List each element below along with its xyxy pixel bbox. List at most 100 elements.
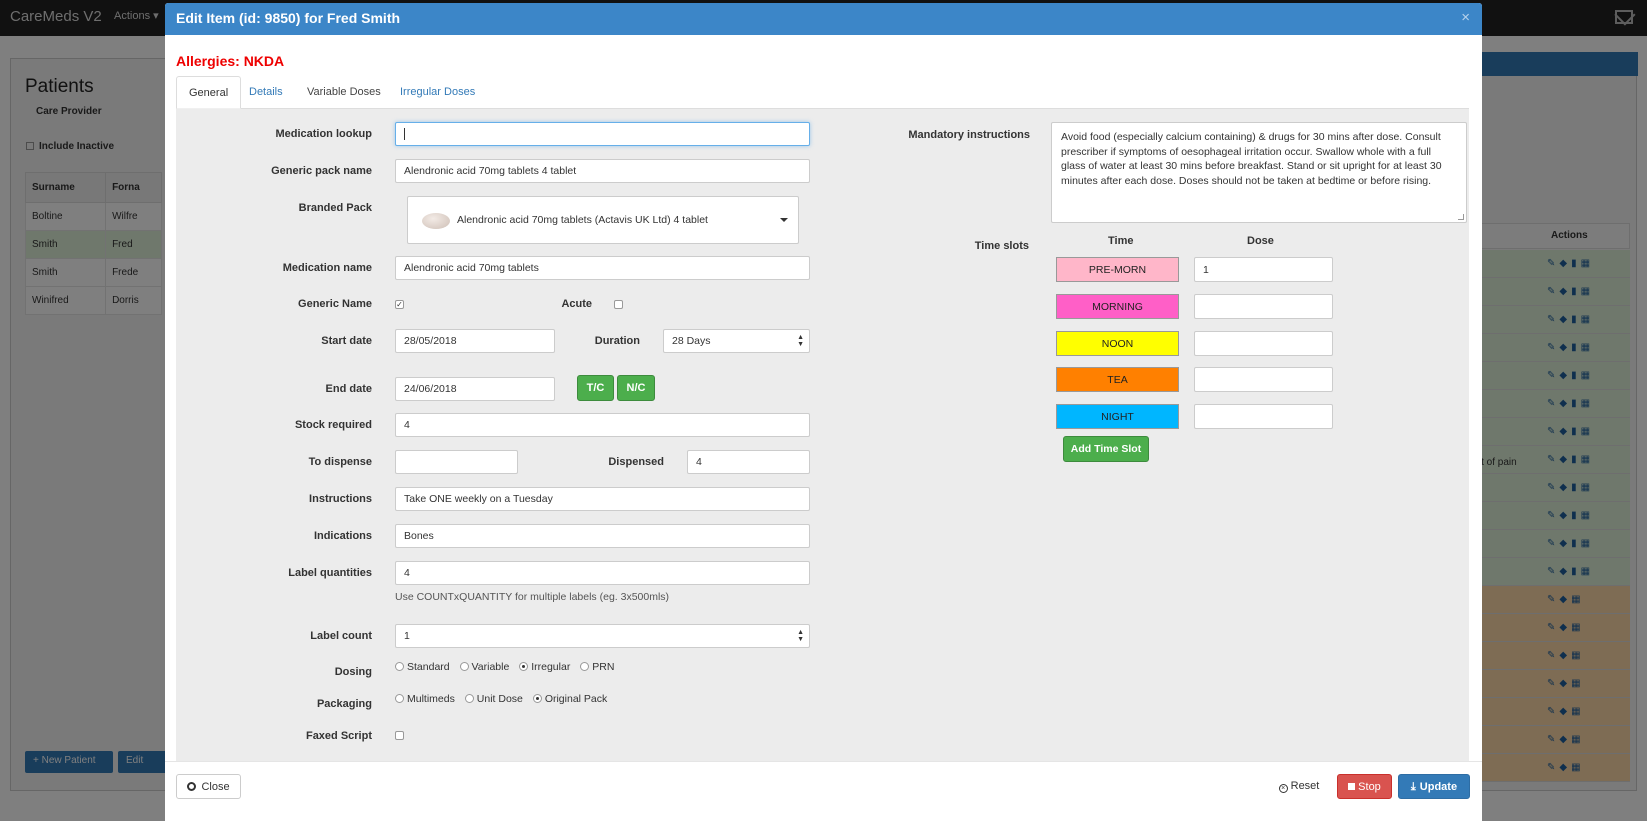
duration-value: 28 Days (672, 335, 711, 347)
footer-bar: Close × Reset Stop ⤓ Update (165, 761, 1482, 821)
tab-irregular-doses[interactable]: Irregular Doses (388, 76, 487, 109)
generic-name-checkbox[interactable]: ✓ (395, 300, 404, 309)
dose-input-noon[interactable] (1194, 331, 1333, 356)
text-caret (404, 128, 405, 140)
medication-lookup-label: Medication lookup (275, 128, 372, 140)
packaging-option-multimeds[interactable]: Multimeds (395, 693, 455, 705)
medication-lookup-input[interactable] (395, 122, 810, 146)
to-dispense-input[interactable] (395, 450, 518, 474)
tab-general[interactable]: General (176, 76, 242, 109)
faxed-script-checkbox[interactable] (395, 731, 404, 740)
select-arrows-icon: ▲ ▼ (797, 629, 804, 643)
time-slots-label: Time slots (974, 240, 1029, 252)
faxed-script-label: Faxed Script (305, 730, 372, 742)
packaging-option-original-pack[interactable]: Original Pack (532, 693, 607, 705)
dispensed-input[interactable]: 4 (687, 450, 810, 474)
tab-details[interactable]: Details (237, 76, 295, 109)
stop-square-icon (1348, 783, 1356, 790)
generic-pack-name-label: Generic pack name (271, 165, 372, 177)
reset-button[interactable]: × Reset (1273, 774, 1325, 799)
start-date-input[interactable]: 28/05/2018 (395, 329, 555, 353)
time-slot-tea[interactable]: TEA (1056, 367, 1179, 392)
acute-label: Acute (561, 298, 592, 310)
tc-button[interactable]: T/C (577, 375, 614, 401)
dose-input-pre-morn[interactable]: 1 (1194, 257, 1333, 282)
label-quantities-label: Label quantities (288, 567, 372, 579)
time-column-header: Time (1108, 235, 1134, 247)
update-button[interactable]: ⤓ Update (1398, 774, 1470, 799)
branded-pack-select[interactable]: Alendronic acid 70mg tablets (Actavis UK… (407, 196, 799, 244)
caret-down-icon (780, 218, 788, 222)
close-button[interactable]: Close (176, 774, 241, 799)
dose-column-header: Dose (1247, 235, 1274, 247)
allergies-label: Allergies: NKDA (176, 53, 285, 69)
stock-required-label: Stock required (294, 419, 372, 431)
radio-icon (464, 694, 474, 703)
dosing-option-irregular[interactable]: Irregular (519, 661, 570, 673)
label-count-value: 1 (404, 630, 410, 642)
time-slot-morning[interactable]: MORNING (1056, 294, 1179, 319)
dosing-option-prn[interactable]: PRN (580, 661, 614, 673)
reset-circle-icon: × (1278, 784, 1288, 793)
resize-handle-icon[interactable] (1458, 214, 1464, 220)
mandatory-instructions-textarea[interactable]: Avoid food (especially calcium containin… (1051, 122, 1467, 223)
dosing-option-standard[interactable]: Standard (395, 661, 450, 673)
duration-select[interactable]: 28 Days ▲ ▼ (663, 329, 810, 353)
acute-checkbox[interactable] (614, 300, 623, 309)
nc-button[interactable]: N/C (617, 375, 655, 401)
label-count-label: Label count (310, 630, 372, 642)
indications-label: Indications (313, 530, 372, 542)
tab-bar: General Details Variable Doses Irregular… (176, 76, 1469, 109)
stock-required-input[interactable]: 4 (395, 413, 810, 437)
instructions-label: Instructions (309, 493, 372, 505)
dosing-label: Dosing (334, 666, 372, 678)
dose-input-night[interactable] (1194, 404, 1333, 429)
circle-x-icon (187, 782, 197, 791)
radio-selected-icon (519, 662, 529, 671)
instructions-input[interactable]: Take ONE weekly on a Tuesday (395, 487, 810, 511)
close-icon[interactable]: × (1461, 9, 1470, 26)
dispensed-label: Dispensed (608, 456, 664, 468)
dose-input-tea[interactable] (1194, 367, 1333, 392)
medication-name-input[interactable]: Alendronic acid 70mg tablets (395, 256, 810, 280)
branded-pack-value: Alendronic acid 70mg tablets (Actavis UK… (457, 214, 708, 226)
start-date-label: Start date (321, 335, 372, 347)
pill-image-icon (422, 213, 450, 229)
label-quantities-input[interactable]: 4 (395, 561, 810, 585)
packaging-option-unit-dose[interactable]: Unit Dose (464, 693, 523, 705)
time-slot-pre-morn[interactable]: PRE-MORN (1056, 257, 1179, 282)
stop-button[interactable]: Stop (1337, 774, 1392, 799)
mandatory-instructions-text: Avoid food (especially calcium containin… (1061, 131, 1442, 187)
modal-header: Edit Item (id: 9850) for Fred Smith × (165, 3, 1482, 35)
modal-footer: Close × Reset Stop ⤓ Update (165, 761, 1482, 821)
generic-name-label: Generic Name (298, 298, 372, 310)
radio-icon (395, 662, 404, 671)
select-arrows-icon: ▲ ▼ (797, 334, 804, 348)
packaging-label: Packaging (316, 698, 372, 710)
radio-icon (580, 662, 590, 671)
dosing-option-variable[interactable]: Variable (459, 661, 509, 673)
to-dispense-label: To dispense (308, 456, 372, 468)
indications-input[interactable]: Bones (395, 524, 810, 548)
dose-input-morning[interactable] (1194, 294, 1333, 319)
branded-pack-label: Branded Pack (298, 202, 372, 214)
end-date-label: End date (325, 383, 372, 395)
radio-selected-icon (532, 694, 542, 703)
generic-pack-name-input[interactable]: Alendronic acid 70mg tablets 4 tablet (395, 159, 810, 183)
tab-variable-doses[interactable]: Variable Doses (295, 76, 393, 109)
mandatory-instructions-label: Mandatory instructions (908, 129, 1030, 141)
dosing-radio-group: Standard Variable Irregular PRN (395, 661, 621, 673)
time-slot-night[interactable]: NIGHT (1056, 404, 1179, 429)
duration-label: Duration (594, 335, 640, 347)
time-slot-noon[interactable]: NOON (1056, 331, 1179, 356)
radio-icon (395, 694, 404, 703)
modal-title: Edit Item (id: 9850) for Fred Smith (176, 10, 401, 26)
add-time-slot-button[interactable]: Add Time Slot (1063, 436, 1149, 462)
medication-name-label: Medication name (282, 262, 372, 274)
end-date-input[interactable]: 24/06/2018 (395, 377, 555, 401)
label-quantities-hint: Use COUNTxQUANTITY for multiple labels (… (395, 591, 670, 603)
radio-icon (459, 662, 469, 671)
packaging-radio-group: Multimeds Unit Dose Original Pack (395, 693, 614, 705)
label-count-select[interactable]: 1 ▲ ▼ (395, 624, 810, 648)
download-icon: ⤓ (1410, 781, 1416, 793)
